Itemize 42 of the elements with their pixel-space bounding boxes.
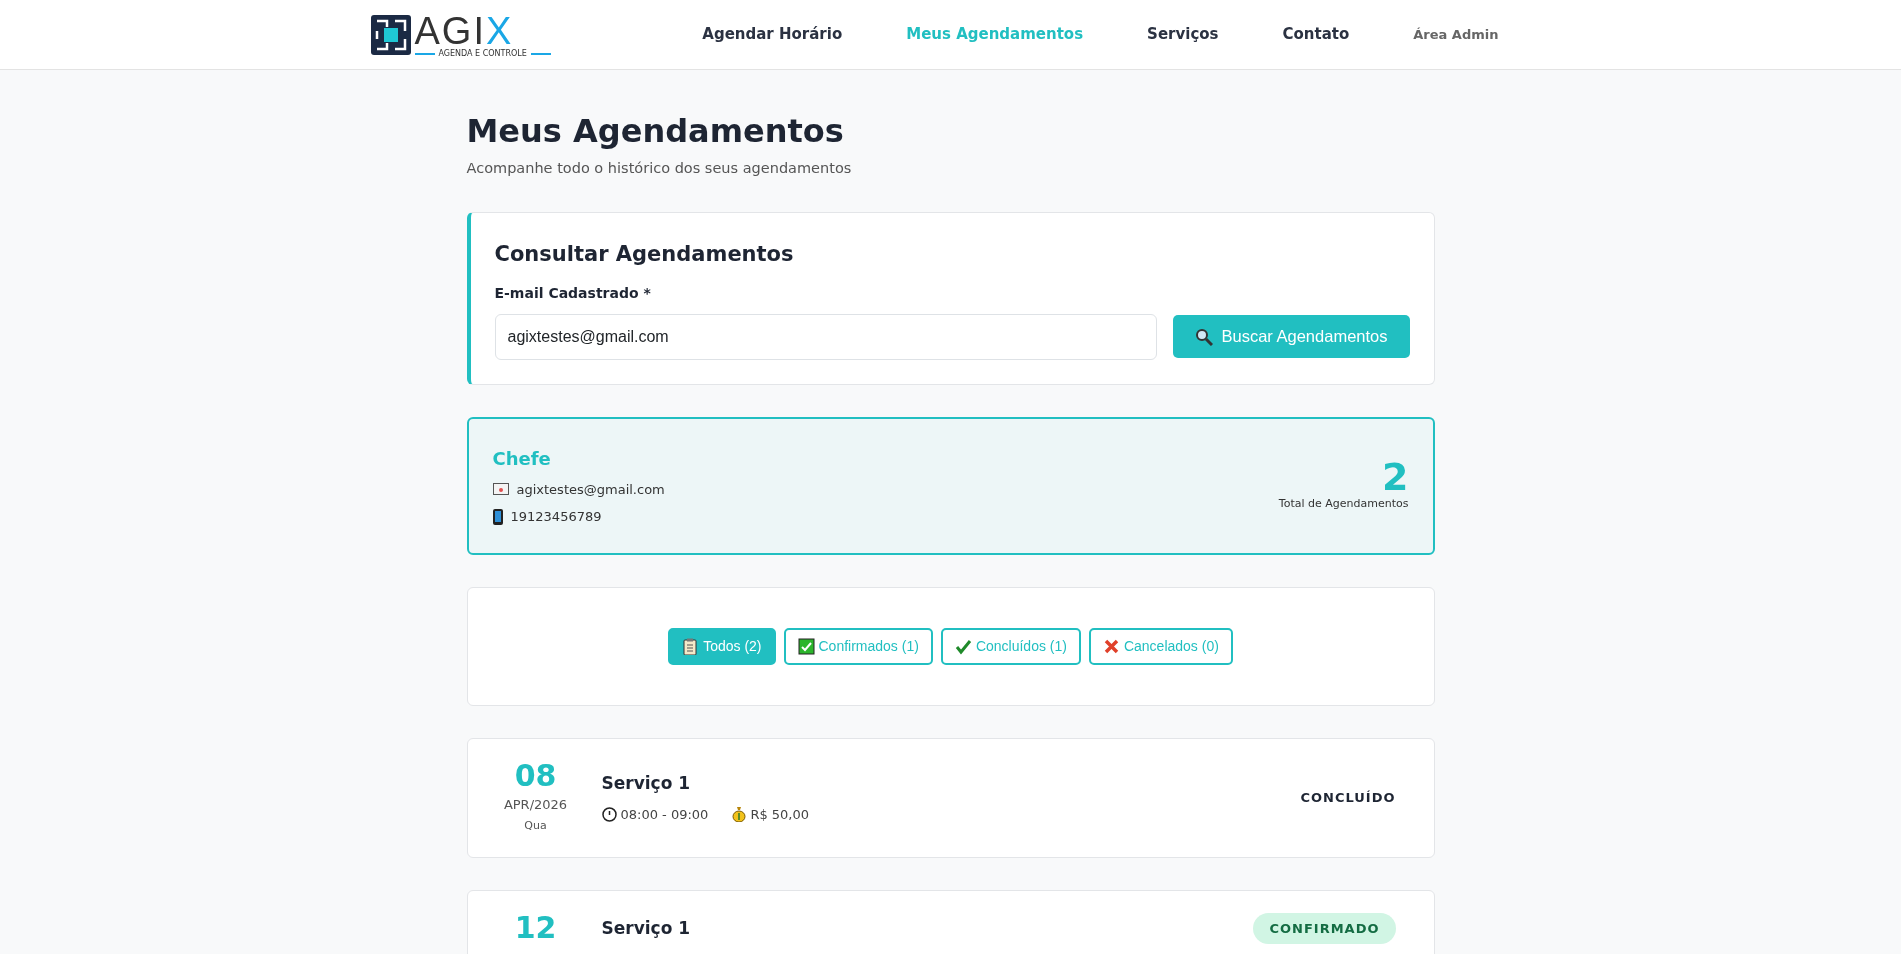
date-day: 08	[514, 760, 557, 791]
page-subtitle: Acompanhe todo o histórico dos seus agendamentos	[466, 159, 853, 179]
service-name: Serviço 1	[601, 772, 692, 796]
page-title: Meus Agendamentos	[466, 112, 845, 151]
clipboard-icon	[682, 637, 700, 655]
clock-icon	[601, 806, 617, 822]
nav-link[interactable]: Serviços	[1115, 23, 1251, 46]
search-icon	[1195, 327, 1214, 346]
status-label: CONCLUÍDO	[1300, 788, 1396, 807]
filter-button[interactable]: Cancelados (0)	[1088, 627, 1233, 665]
field-label: E-mail Cadastrado *	[494, 283, 652, 303]
nav-link[interactable]: Contato	[1250, 23, 1382, 46]
filter-button[interactable]: Concluídos (1)	[940, 627, 1081, 665]
status-label: CONFIRMADO	[1253, 912, 1396, 945]
brand-tagline: AGENDA E CONTROLE	[438, 49, 527, 58]
grid-logo-icon	[370, 14, 411, 55]
date-weekday: Qua	[524, 818, 547, 835]
search-button[interactable]: Buscar Agendamentos	[1173, 315, 1410, 359]
total-label: Total de Agendamentos	[1278, 496, 1409, 513]
email-field[interactable]: agixtestes@gmail.com	[494, 313, 1158, 360]
client-phone: 19123456789	[510, 508, 602, 527]
service-name: Serviço 1	[601, 916, 691, 940]
client-email: agixtestes@gmail.com	[516, 480, 665, 499]
price: R$ 50,00	[750, 805, 810, 824]
envelope-icon	[492, 483, 509, 496]
phone-icon	[492, 508, 503, 525]
checkmark-icon	[954, 637, 972, 655]
nav-link[interactable]: Área Admin	[1381, 24, 1531, 45]
cross-icon	[1102, 637, 1120, 655]
client-name: Chefe	[492, 446, 552, 471]
section-title: Consultar Agendamentos	[494, 241, 795, 269]
time-range: 08:00 - 09:00	[620, 805, 709, 824]
filter-button[interactable]: Confirmados (1)	[783, 627, 933, 665]
checkbox-icon	[797, 637, 815, 655]
nav-link[interactable]: Meus Agendamentos	[874, 23, 1116, 46]
money-bag-icon	[732, 806, 747, 823]
date-month: APR/2026	[503, 795, 568, 814]
total-count: 2	[1382, 458, 1409, 497]
nav-link[interactable]: Agendar Horário	[670, 23, 875, 46]
brand-name: AGIX	[414, 11, 514, 50]
filter-button[interactable]: Todos (2)	[668, 627, 776, 665]
date-day: 12	[514, 913, 557, 944]
